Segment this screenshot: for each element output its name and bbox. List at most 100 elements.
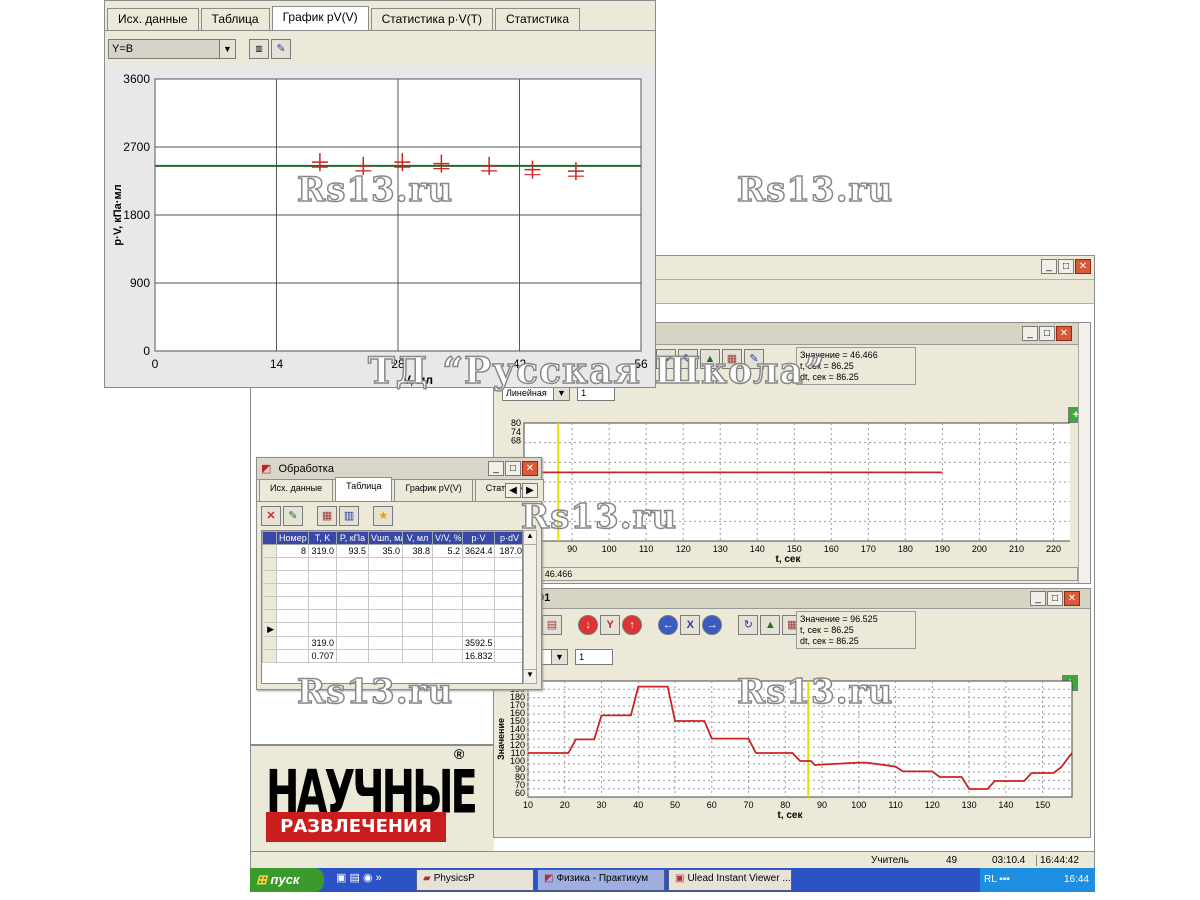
tab-item[interactable]: Статистика p·V(T) <box>370 8 493 30</box>
step-field[interactable]: 1 <box>575 649 614 665</box>
table-cell <box>494 557 522 571</box>
maximize-icon[interactable]: □ <box>505 461 521 476</box>
watermark: ТД “Русская Школа” <box>367 349 826 393</box>
table-cell <box>276 609 309 623</box>
chevron-down-icon[interactable]: ▼ <box>524 669 536 683</box>
row-selector[interactable] <box>262 636 277 650</box>
column-header[interactable]: T, K <box>308 531 337 545</box>
browser-icon[interactable]: ◉ <box>363 872 373 884</box>
minimize-icon[interactable]: _ <box>1041 259 1057 274</box>
scrollbar[interactable] <box>1078 323 1090 583</box>
desktop-icon[interactable]: ▤ <box>349 872 359 884</box>
table-cell <box>308 622 337 637</box>
table-row[interactable] <box>262 557 522 571</box>
table-cell <box>432 557 463 571</box>
start-button[interactable]: ⊞ пуск <box>250 868 324 892</box>
watermark: Rs13.ru <box>296 169 454 211</box>
chevron-down-icon: ▼ <box>219 40 235 58</box>
close-icon[interactable]: ✕ <box>1064 591 1080 606</box>
table-cell <box>402 609 433 623</box>
x-tick-label: 10 <box>523 800 533 810</box>
column-header[interactable]: p·dV <box>494 531 522 545</box>
tab-item[interactable]: Исх. данные <box>107 8 199 30</box>
axis-select[interactable]: Y=B ▼ <box>108 39 236 59</box>
tab-item[interactable]: Таблица <box>200 8 270 30</box>
tab-item[interactable]: График pV(V) <box>271 6 369 30</box>
table-cell <box>336 596 369 610</box>
table-cell <box>432 649 463 663</box>
axis-y-icon[interactable]: Y <box>600 615 621 635</box>
table-cell <box>276 622 309 637</box>
table-row[interactable] <box>262 596 522 610</box>
table-cell <box>336 557 369 571</box>
maximize-icon[interactable]: □ <box>1047 591 1063 606</box>
arrow-right-icon[interactable]: → <box>702 615 723 635</box>
star-icon[interactable]: ★ <box>373 506 394 526</box>
column-header[interactable]: V, мл <box>402 531 433 545</box>
axis-down-icon[interactable]: ↓ <box>578 615 599 635</box>
column-header[interactable]: Номер <box>276 531 309 545</box>
tab-item[interactable]: График pV(V) <box>394 479 473 501</box>
save-icon[interactable]: ▣ <box>336 872 346 884</box>
tab-item[interactable]: Исх. данные <box>259 479 334 501</box>
table-icon[interactable]: ▦ <box>317 506 338 526</box>
chart-icon[interactable]: ▲ <box>760 615 781 635</box>
minimize-icon[interactable]: _ <box>1030 591 1046 606</box>
chevron-left-icon[interactable]: ◀ <box>505 483 521 498</box>
edit-icon[interactable]: ✎ <box>271 39 292 59</box>
column-header[interactable]: Vшп, мл <box>368 531 403 545</box>
row-selector[interactable] <box>262 544 277 558</box>
maximize-icon[interactable]: □ <box>1058 259 1074 274</box>
table-row[interactable]: ▶ <box>262 622 522 637</box>
table-cell <box>368 622 403 637</box>
axis-up-icon[interactable]: ↑ <box>622 615 643 635</box>
table-icon[interactable]: ▤ <box>542 615 562 635</box>
scrollbar[interactable]: ▲ ▼ <box>523 530 537 684</box>
chart-icon[interactable]: ▥ <box>339 506 360 526</box>
table-row[interactable] <box>262 570 522 584</box>
axis-x-icon[interactable]: X <box>680 615 701 635</box>
column-header[interactable]: p·V <box>462 531 495 545</box>
taskbar-item[interactable]: ◩ Физика - Практикум <box>537 869 665 891</box>
language-indicator[interactable]: RL <box>984 874 996 885</box>
x-axis-label: t, сек <box>777 810 803 821</box>
close-icon[interactable]: ✕ <box>1056 326 1072 341</box>
table-cell <box>402 570 433 584</box>
tab-scroll[interactable]: ◀ ▶ <box>504 483 538 498</box>
taskbar-item[interactable]: ▣ Ulead Instant Viewer ... <box>668 869 792 891</box>
x-tick-label: 0 <box>152 357 159 371</box>
x-tick-label: 130 <box>713 544 728 554</box>
table-cell: 187.0 <box>494 544 522 558</box>
table-row[interactable] <box>262 609 522 623</box>
table-row[interactable]: 319.0 3592.5 <box>262 636 522 650</box>
table-row[interactable] <box>262 583 522 597</box>
close-icon[interactable]: ✕ <box>522 461 538 476</box>
edit-icon[interactable]: ✎ <box>283 506 303 526</box>
delete-icon[interactable]: ✕ <box>261 506 281 526</box>
taskbar-item[interactable]: ▰ PhysicsP <box>416 869 534 891</box>
refresh-icon[interactable]: ↻ <box>738 615 759 635</box>
column-header[interactable]: V/V, % <box>432 531 463 545</box>
table-row[interactable]: 0.707 16.832 <box>262 649 522 663</box>
quick-launch: ▣ ▤ ◉ » <box>336 871 382 884</box>
arrow-left-icon[interactable]: ← <box>658 615 679 635</box>
minimize-icon[interactable]: _ <box>488 461 504 476</box>
table-row[interactable]: 8 319.0 93.5 35.0 38.8 5.2 3624.4 187.0 <box>262 544 522 558</box>
maximize-icon[interactable]: □ <box>1039 326 1055 341</box>
tab-item[interactable]: Таблица <box>335 477 393 501</box>
table-cell <box>368 583 403 597</box>
registered-mark: ® <box>454 746 465 762</box>
row-selector[interactable] <box>262 649 277 663</box>
table-cell: ▶ <box>262 622 277 637</box>
chevron-right-icon[interactable]: » <box>376 872 382 884</box>
chevron-right-icon[interactable]: ▶ <box>522 483 538 498</box>
tab-item[interactable]: Статистика <box>494 8 580 30</box>
readout-t: t, сек = 86.25 <box>800 625 854 635</box>
minimize-icon[interactable]: _ <box>1022 326 1038 341</box>
close-icon[interactable]: ✕ <box>1075 259 1091 274</box>
column-header[interactable]: P, кПа <box>336 531 369 545</box>
processing-toolbar: ✕ ✎ ▦ ▥ ★ <box>261 506 395 526</box>
chart-icon[interactable]: ▥ <box>249 39 270 59</box>
table-cell <box>336 636 369 650</box>
network-icon[interactable]: ▪▪▪ <box>999 874 1010 885</box>
